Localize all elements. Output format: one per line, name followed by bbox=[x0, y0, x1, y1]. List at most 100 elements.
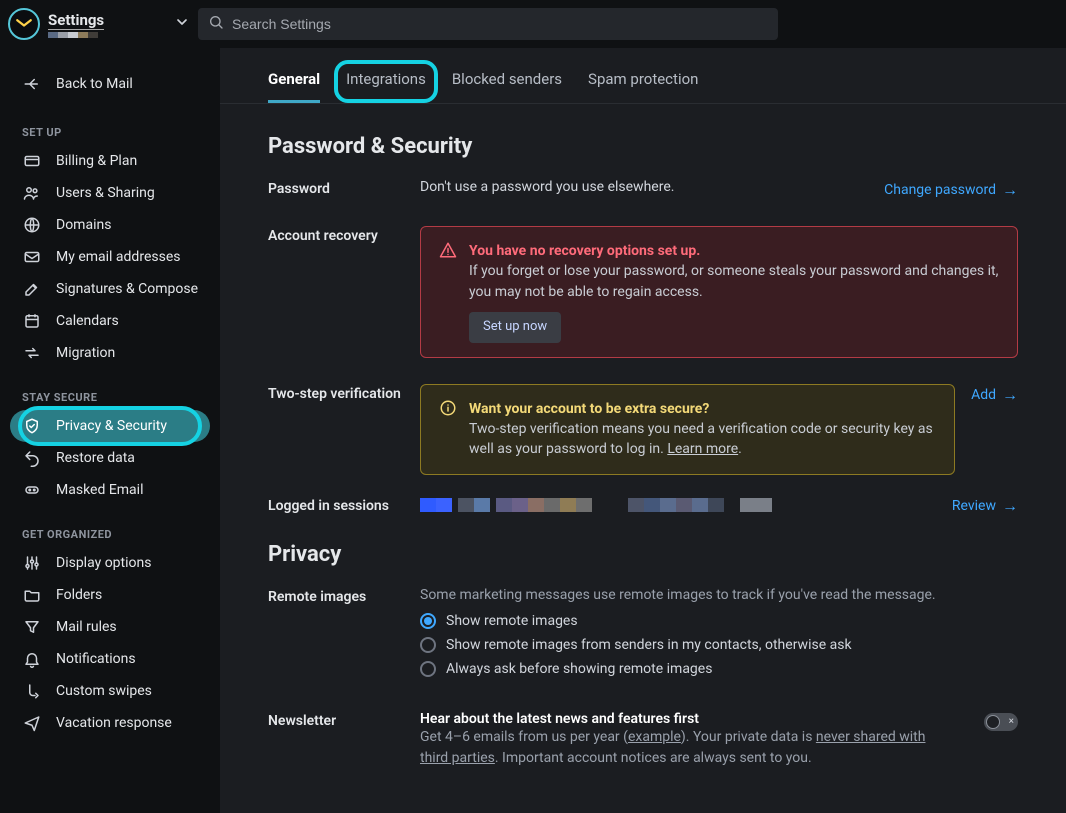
remote-option-contacts[interactable]: Show remote images from senders in my co… bbox=[420, 637, 1018, 653]
section-title-setup: SET UP bbox=[0, 118, 220, 145]
warning-icon bbox=[439, 241, 457, 343]
recovery-alert: You have no recovery options set up. If … bbox=[420, 226, 1018, 358]
sidebar-item-display[interactable]: Display options bbox=[0, 547, 220, 579]
card-icon bbox=[22, 152, 42, 170]
row-remote-images: Remote images Some marketing messages us… bbox=[268, 587, 1018, 685]
plane-icon bbox=[22, 714, 42, 732]
row-password: Password Don't use a password you use el… bbox=[268, 179, 1018, 200]
sidebar-item-rules[interactable]: Mail rules bbox=[0, 611, 220, 643]
sidebar-item-label: Restore data bbox=[56, 450, 135, 466]
sidebar-item-label: Users & Sharing bbox=[56, 185, 155, 201]
row-twostep: Two-step verification Want your account … bbox=[268, 384, 1018, 475]
label-sessions: Logged in sessions bbox=[268, 496, 420, 514]
change-password-link[interactable]: Change password → bbox=[884, 180, 1018, 200]
sidebar-item-label: Privacy & Security bbox=[56, 418, 167, 434]
arrow-right-icon: → bbox=[1002, 496, 1018, 516]
top-bar: Settings bbox=[0, 0, 1066, 48]
recovery-alert-body: If you forget or lose your password, or … bbox=[469, 261, 999, 302]
sidebar-item-label: Folders bbox=[56, 587, 102, 603]
sidebar-item-notifications[interactable]: Notifications bbox=[0, 643, 220, 675]
remote-option-show[interactable]: Show remote images bbox=[420, 613, 1018, 629]
sidebar-item-label: My email addresses bbox=[56, 249, 180, 265]
filter-icon bbox=[22, 618, 42, 636]
sidebar-item-signatures[interactable]: Signatures & Compose bbox=[0, 273, 220, 305]
label-twostep: Two-step verification bbox=[268, 384, 420, 402]
sidebar-item-billing[interactable]: Billing & Plan bbox=[0, 145, 220, 177]
review-sessions-link[interactable]: Review → bbox=[952, 496, 1018, 516]
newsletter-title: Hear about the latest news and features … bbox=[420, 711, 968, 727]
info-icon bbox=[439, 399, 457, 460]
label-recovery: Account recovery bbox=[268, 226, 420, 244]
sidebar-item-label: Signatures & Compose bbox=[56, 281, 198, 297]
newsletter-body-2: ). Your private data is bbox=[681, 729, 816, 745]
sessions-swatches bbox=[420, 498, 936, 512]
label-password: Password bbox=[268, 179, 420, 197]
section-heading-security: Password & Security bbox=[268, 134, 1018, 159]
section-title-organized: GET ORGANIZED bbox=[0, 520, 220, 547]
brand: Settings bbox=[8, 8, 198, 40]
sidebar-item-label: Masked Email bbox=[56, 482, 143, 498]
sidebar-item-folders[interactable]: Folders bbox=[0, 579, 220, 611]
sidebar-item-label: Mail rules bbox=[56, 619, 117, 635]
sliders-icon bbox=[22, 554, 42, 572]
tabs: General Integrations Blocked senders Spa… bbox=[220, 48, 1066, 104]
sidebar-item-migration[interactable]: Migration bbox=[0, 337, 220, 369]
undo-icon bbox=[22, 449, 42, 467]
brand-swatches bbox=[48, 32, 104, 38]
newsletter-body-3: . Important account notices are always s… bbox=[495, 750, 812, 766]
newsletter-example-link[interactable]: example bbox=[628, 729, 681, 745]
x-icon: × bbox=[1009, 716, 1014, 727]
add-label: Add bbox=[971, 387, 996, 403]
label-newsletter: Newsletter bbox=[268, 711, 420, 729]
arrow-right-icon: → bbox=[1002, 385, 1018, 405]
arrow-right-icon: → bbox=[1002, 180, 1018, 200]
sidebar-item-privacy[interactable]: Privacy & Security bbox=[10, 410, 210, 442]
sidebar-item-restore[interactable]: Restore data bbox=[0, 442, 220, 474]
opt-label: Show remote images bbox=[446, 613, 578, 629]
learn-more-link[interactable]: Learn more bbox=[667, 441, 738, 457]
sidebar-item-label: Domains bbox=[56, 217, 111, 233]
newsletter-toggle[interactable]: × bbox=[984, 713, 1018, 731]
sidebar-item-users[interactable]: Users & Sharing bbox=[0, 177, 220, 209]
chevron-down-icon[interactable] bbox=[174, 14, 190, 34]
row-recovery: Account recovery You have no recovery op… bbox=[268, 226, 1018, 358]
tab-spam[interactable]: Spam protection bbox=[588, 70, 698, 103]
calendar-icon bbox=[22, 312, 42, 330]
back-to-mail[interactable]: Back to Mail bbox=[0, 68, 220, 100]
shield-icon bbox=[22, 417, 42, 435]
search-input[interactable] bbox=[232, 16, 768, 32]
search-box[interactable] bbox=[198, 8, 778, 40]
compose-icon bbox=[22, 280, 42, 298]
sidebar-item-calendars[interactable]: Calendars bbox=[0, 305, 220, 337]
tab-general[interactable]: General bbox=[268, 70, 320, 103]
remote-option-ask[interactable]: Always ask before showing remote images bbox=[420, 661, 1018, 677]
mask-icon bbox=[22, 481, 42, 499]
twostep-alert: Want your account to be extra secure? Tw… bbox=[420, 384, 955, 475]
sidebar-item-domains[interactable]: Domains bbox=[0, 209, 220, 241]
setup-recovery-button[interactable]: Set up now bbox=[469, 312, 561, 343]
globe-icon bbox=[22, 216, 42, 234]
search-icon bbox=[208, 14, 224, 34]
sidebar-item-masked[interactable]: Masked Email bbox=[0, 474, 220, 506]
sidebar-item-vacation[interactable]: Vacation response bbox=[0, 707, 220, 739]
sidebar-item-label: Calendars bbox=[56, 313, 119, 329]
sidebar-item-label: Vacation response bbox=[56, 715, 172, 731]
row-newsletter: Newsletter Hear about the latest news an… bbox=[268, 711, 1018, 769]
add-twostep-link[interactable]: Add → bbox=[971, 385, 1018, 405]
tab-blocked[interactable]: Blocked senders bbox=[452, 70, 562, 103]
main-panel: General Integrations Blocked senders Spa… bbox=[220, 48, 1066, 813]
tab-integrations[interactable]: Integrations bbox=[346, 70, 426, 103]
remote-desc: Some marketing messages use remote image… bbox=[420, 587, 1018, 603]
folder-icon bbox=[22, 586, 42, 604]
label-remote: Remote images bbox=[268, 587, 420, 605]
recovery-alert-title: You have no recovery options set up. bbox=[469, 241, 999, 261]
sidebar-item-swipes[interactable]: Custom swipes bbox=[0, 675, 220, 707]
newsletter-body-1: Get 4–6 emails from us per year ( bbox=[420, 729, 628, 745]
arrow-left-icon bbox=[22, 75, 42, 93]
change-password-label: Change password bbox=[884, 182, 996, 198]
row-sessions: Logged in sessions Review → bbox=[268, 495, 1018, 516]
sidebar-item-label: Custom swipes bbox=[56, 683, 152, 699]
sidebar-item-label: Migration bbox=[56, 345, 115, 361]
users-icon bbox=[22, 184, 42, 202]
sidebar-item-addresses[interactable]: My email addresses bbox=[0, 241, 220, 273]
